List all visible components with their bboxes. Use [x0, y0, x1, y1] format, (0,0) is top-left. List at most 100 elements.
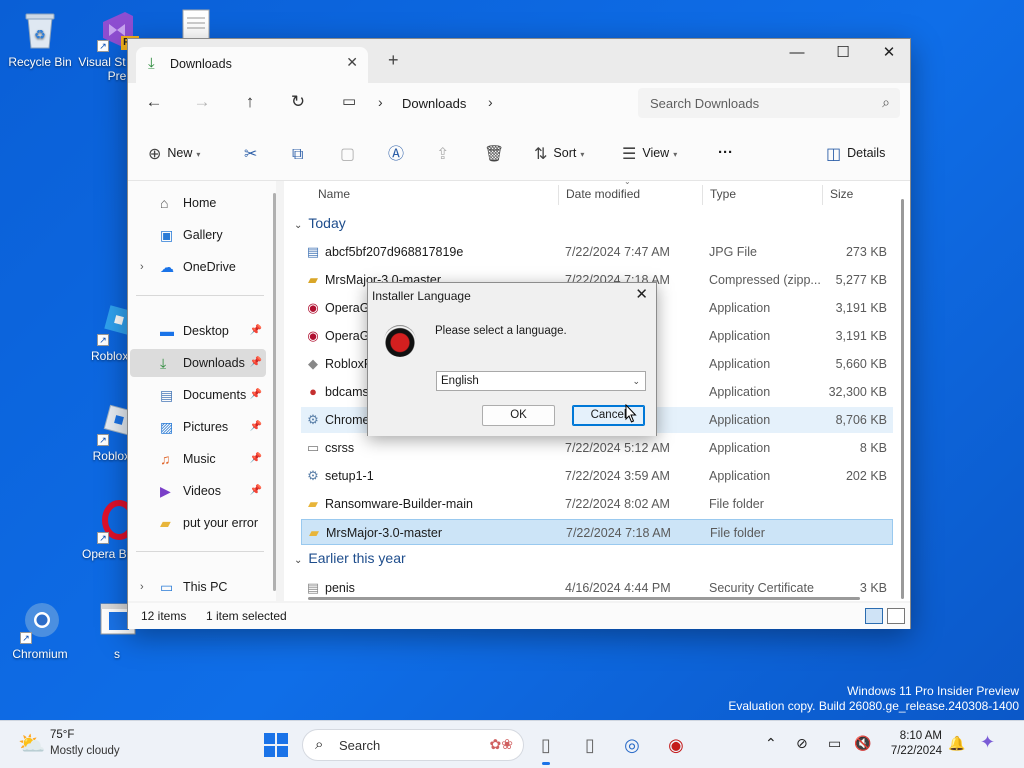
close-tab-icon[interactable]: ✕ [346, 54, 358, 71]
refresh-button[interactable]: ↻ [284, 91, 312, 115]
taskbar-app-installer[interactable]: ◉ [660, 729, 692, 761]
language-select-value: English [441, 375, 479, 387]
language-select[interactable]: English ⌄ [436, 371, 646, 391]
sidebar-item-label: OneDrive [183, 260, 236, 274]
view-button[interactable]: ☰ View ▾ [622, 142, 677, 164]
close-window-button[interactable]: ✕ [866, 39, 912, 69]
sidebar-item-gallery[interactable]: ▣ Gallery [130, 221, 266, 249]
sidebar-item-this-pc[interactable]: › ▭ This PC [130, 573, 266, 601]
file-type: Application [709, 469, 771, 483]
sidebar-item-music[interactable]: ♫ Music 📌 [130, 445, 266, 473]
details-view-button[interactable] [865, 608, 883, 624]
breadcrumb-downloads[interactable]: Downloads [402, 96, 466, 111]
column-separator[interactable] [702, 185, 703, 205]
new-button[interactable]: ⊕ New ▾ [148, 142, 200, 164]
plus-circle-icon: ⊕ [148, 146, 162, 163]
desktop-icon-chromium[interactable]: ↗ Chromium [0, 600, 80, 661]
taskbar-app-chromium[interactable]: ◎ [616, 729, 648, 761]
sidebar-item-pictures[interactable]: ▨ Pictures 📌 [130, 413, 266, 441]
navigation-pane: ⌂ Home ▣ Gallery › ☁ OneDrive ▬ Desktop 📌 ⤓ Dow… [128, 181, 276, 601]
taskbar-app-file[interactable]: ▯ [530, 729, 562, 765]
sort-button[interactable]: ⇅ Sort ▾ [534, 142, 584, 164]
share-button[interactable]: ⇪ [436, 142, 455, 164]
chevron-right-icon[interactable]: › [140, 573, 144, 601]
vertical-scrollbar[interactable] [901, 199, 904, 599]
sidebar-item-home[interactable]: ⌂ Home [130, 189, 266, 217]
sidebar-scrollbar[interactable] [273, 193, 276, 591]
taskbar-app-file-2[interactable]: ▯ [574, 729, 606, 761]
group-header-today[interactable]: ⌄ Today [294, 215, 346, 231]
delete-button[interactable]: 🗑 [484, 142, 510, 164]
file-row-selected[interactable]: ▰ MrsMajor-3.0-master 7/22/2024 7:18 AM Fil… [301, 519, 893, 545]
ok-button[interactable]: OK [482, 405, 555, 426]
volume-muted-icon[interactable]: 🔇 [854, 735, 871, 752]
item-count: 12 items [141, 609, 187, 623]
notification-bell-icon[interactable]: 🔔 [948, 735, 965, 752]
file-row[interactable]: ▰ Ransomware-Builder-main 7/22/2024 8:02 A… [301, 491, 893, 517]
chevron-right-icon[interactable]: › [140, 253, 144, 281]
network-offline-icon[interactable]: ⊘ [796, 735, 808, 752]
scissors-icon: ✂ [244, 146, 258, 163]
chevron-up-icon[interactable]: ⌃ [765, 735, 777, 752]
chevron-down-icon: ▾ [196, 150, 201, 159]
music-icon: ♫ [160, 451, 171, 467]
file-row[interactable]: ▤ abcf5bf207d968817819e 7/22/2024 7:47 AM J… [301, 239, 893, 265]
column-header-type[interactable]: Type [710, 181, 736, 207]
column-header-size[interactable]: Size [830, 181, 853, 207]
up-button[interactable]: ↑ [236, 91, 264, 115]
new-tab-button[interactable]: + [388, 50, 399, 71]
details-button[interactable]: ◫ Details [826, 142, 885, 164]
address-bar[interactable]: ▭ › Downloads › [334, 88, 624, 118]
sidebar-item-label: Desktop [183, 324, 229, 338]
search-input[interactable] [650, 96, 870, 111]
pin-icon: 📌 [249, 389, 262, 400]
clock[interactable]: 8:10 AM 7/22/2024 [880, 729, 942, 759]
group-header-earlier[interactable]: ⌄ Earlier this year [294, 550, 406, 566]
minimize-button[interactable]: — [774, 39, 820, 69]
horizontal-scrollbar[interactable] [308, 597, 860, 600]
installer-icon: ◉ [668, 735, 684, 755]
column-separator[interactable] [822, 185, 823, 205]
column-separator[interactable] [558, 185, 559, 205]
sidebar-item-downloads[interactable]: ⤓ Downloads 📌 [130, 349, 266, 377]
paste-button[interactable]: ▢ [340, 142, 361, 164]
forward-button[interactable]: → [188, 91, 216, 115]
sidebar-item-onedrive[interactable]: › ☁ OneDrive [130, 253, 266, 281]
status-bar: 12 items 1 item selected [128, 603, 910, 629]
chevron-down-icon: ▾ [580, 150, 585, 159]
view-icon: ☰ [622, 146, 637, 163]
copilot-icon[interactable]: ✦ [980, 732, 995, 753]
search-box[interactable]: ⌕ [638, 88, 900, 118]
file-size: 32,300 KB [828, 385, 887, 399]
copy-button[interactable]: ⧉ [292, 142, 309, 164]
windows-logo-icon [277, 733, 288, 744]
image-file-icon: ▤ [306, 244, 320, 259]
recycle-bin-icon: ♻ [18, 8, 62, 52]
dialog-close-button[interactable]: ✕ [635, 285, 648, 303]
sidebar-item-videos[interactable]: ▶ Videos 📌 [130, 477, 266, 505]
chevron-right-icon[interactable]: › [488, 94, 493, 110]
rename-button[interactable]: Ⓐ [388, 142, 410, 164]
sidebar-item-desktop[interactable]: ▬ Desktop 📌 [130, 317, 266, 345]
display-icon[interactable]: ▭ [828, 735, 841, 752]
sidebar-item-put-your-error[interactable]: ▰ put your error [130, 509, 266, 537]
shortcut-arrow-icon: ↗ [20, 632, 32, 644]
tiles-view-button[interactable] [887, 608, 905, 624]
cut-button[interactable]: ✂ [244, 142, 263, 164]
more-options-button[interactable]: ··· [718, 142, 733, 164]
desktop-icon-recycle-bin[interactable]: ♻ Recycle Bin [0, 8, 80, 69]
maximize-button[interactable]: ☐ [820, 39, 866, 69]
pin-icon: 📌 [249, 325, 262, 336]
installer-language-dialog: Installer Language ✕ Please select a lan… [367, 282, 657, 436]
tab-downloads[interactable]: ⤓ Downloads ✕ [136, 47, 368, 83]
back-button[interactable]: ← [140, 91, 168, 115]
sort-label: Sort [553, 146, 577, 160]
sidebar-item-documents[interactable]: ▤ Documents 📌 [130, 381, 266, 409]
file-row[interactable]: ⚙ setup1-1 7/22/2024 3:59 AM Application 202… [301, 463, 893, 489]
column-header-name[interactable]: Name [318, 181, 350, 207]
start-button[interactable] [264, 733, 288, 757]
navigation-bar: ← → ↑ ↻ ▭ › Downloads › ⌕ [128, 83, 910, 123]
file-row[interactable]: ▭ csrss 7/22/2024 5:12 AM Application 8 KB [301, 435, 893, 461]
shortcut-arrow-icon: ↗ [97, 334, 109, 346]
taskbar-search[interactable]: ⌕ Search ✿❀ [302, 729, 524, 761]
